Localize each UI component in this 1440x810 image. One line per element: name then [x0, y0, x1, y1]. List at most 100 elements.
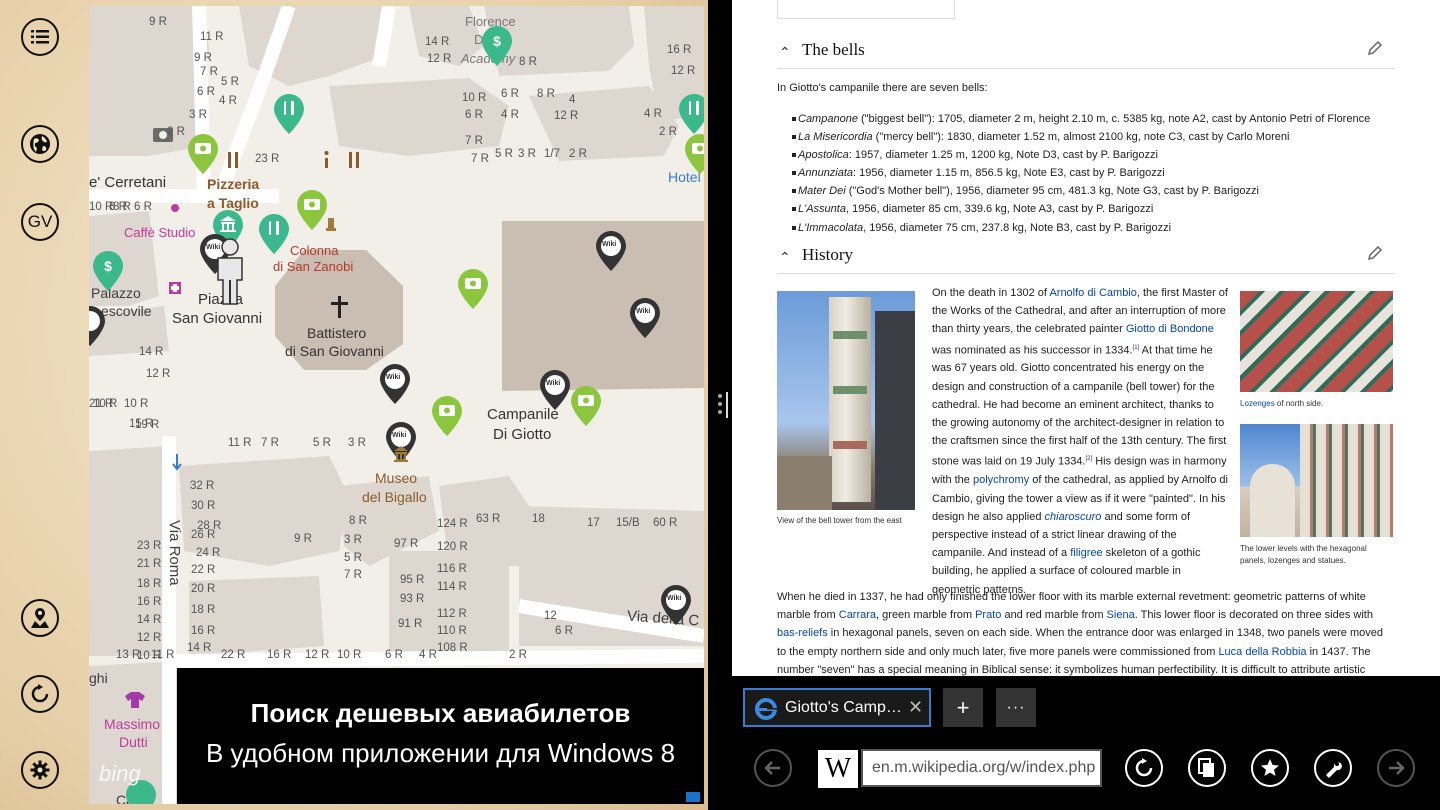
- bell-detail: ("God's Mother bell"), 1956, diameter 95…: [845, 185, 1259, 197]
- house-number: 93 R: [400, 593, 425, 605]
- house-number: 12 R: [554, 110, 579, 122]
- back-button[interactable]: [754, 749, 792, 787]
- house-number: 63 R: [476, 513, 501, 525]
- house-number: 4: [569, 94, 576, 106]
- gv-button[interactable]: GV: [21, 203, 59, 241]
- house-number: 95 R: [400, 574, 425, 586]
- house-number: 2 R: [509, 649, 527, 661]
- street-view-person-icon[interactable]: [213, 238, 247, 306]
- restaurant-pin-icon[interactable]: [274, 94, 304, 134]
- camera-pin-icon[interactable]: [685, 134, 704, 174]
- close-icon[interactable]: ✕: [908, 697, 923, 718]
- house-number: 16 R: [667, 44, 692, 56]
- article-content[interactable]: ⌃ The bells In Giotto's campanile there …: [777, 0, 1395, 676]
- link-lozenges[interactable]: Lozenges: [1240, 399, 1275, 408]
- house-number: 17: [587, 517, 600, 529]
- camera-pin-icon[interactable]: [458, 269, 488, 309]
- section-title-bells: The bells: [802, 40, 865, 59]
- wiki-pin-label: Wiki: [602, 241, 617, 248]
- browser-app-bar: Giotto's Camp… ✕ + ··· W en.m.wikipedia.…: [732, 676, 1440, 810]
- house-number: 12 R: [305, 649, 330, 661]
- ad-banner[interactable]: Поиск дешевых авиабилетов В удобном прил…: [177, 668, 704, 804]
- tab-options-button[interactable]: ···: [996, 688, 1036, 727]
- house-number: 2 R: [167, 126, 185, 138]
- pages-button[interactable]: [1188, 749, 1226, 787]
- camera-pin-icon[interactable]: [188, 134, 218, 174]
- house-number: 3 R: [189, 109, 207, 121]
- house-number: 13 R: [116, 649, 141, 661]
- label-battistero-2: di San Giovanni: [285, 343, 384, 359]
- list-icon[interactable]: [21, 18, 59, 56]
- link-chiaroscuro[interactable]: chiaroscuro: [1045, 511, 1102, 523]
- house-number: 22 R: [191, 564, 216, 576]
- house-number: 4 R: [501, 109, 519, 121]
- tab-giottos-campanile[interactable]: Giotto's Camp… ✕: [743, 688, 931, 727]
- pencil-icon[interactable]: [1367, 245, 1383, 261]
- label-piazza-2: San Giovanni: [172, 310, 263, 327]
- refresh-icon[interactable]: [21, 675, 59, 713]
- house-number: 2 R: [659, 126, 677, 138]
- link-luca-della-robbia[interactable]: Luca della Robbia: [1218, 646, 1306, 658]
- lower-levels-photo[interactable]: [1240, 424, 1393, 537]
- house-number: 18: [532, 513, 545, 525]
- chevron-up-icon[interactable]: ⌃: [779, 249, 791, 266]
- house-number: 116 R: [437, 563, 467, 575]
- divider-grip-icon[interactable]: [717, 390, 723, 420]
- section-title-history: History: [802, 245, 853, 264]
- wiki-pin-label: Wiki: [386, 374, 401, 381]
- label-caffe: Caffè Studio: [124, 225, 196, 240]
- section-header-bells[interactable]: ⌃ The bells: [777, 40, 1395, 69]
- link-giotto[interactable]: Giotto di Bondone: [1126, 323, 1214, 335]
- lozenges-photo[interactable]: [1240, 291, 1393, 392]
- bell-detail: ("mercy bell"): 1830, diameter 1.52 m, a…: [872, 131, 1290, 143]
- globe-icon[interactable]: [21, 125, 59, 163]
- bell-item: L'Assunta, 1956, diameter 85 cm, 339.6 k…: [791, 200, 1154, 218]
- bell-name: Mater Dei: [798, 185, 846, 197]
- money-pin-icon[interactable]: $: [482, 26, 512, 66]
- house-number: 4 R: [644, 108, 662, 120]
- tools-button[interactable]: [1314, 749, 1352, 787]
- camera-pin-icon[interactable]: [297, 190, 327, 230]
- pencil-icon[interactable]: [1367, 40, 1383, 56]
- person-pin-icon[interactable]: [21, 599, 59, 637]
- gear-icon[interactable]: [21, 751, 59, 789]
- bell-item: L'Immacolata, 1956, diameter 75 cm, 237.…: [791, 219, 1171, 237]
- restaurant-pin-icon[interactable]: [259, 214, 289, 254]
- house-number: 23 R: [137, 540, 162, 552]
- money-pin-icon[interactable]: $: [93, 251, 123, 291]
- link-prato[interactable]: Prato: [975, 609, 1001, 621]
- camera-pin-icon[interactable]: [571, 386, 601, 426]
- chevron-up-icon[interactable]: ⌃: [779, 44, 791, 61]
- link-arnolfo[interactable]: Arnolfo di Cambio: [1049, 287, 1136, 299]
- site-icon-wikipedia: W: [818, 750, 858, 788]
- history-paragraph-2: When he died in 1337, he had only finish…: [777, 588, 1389, 676]
- bell-detail: , 1956, diameter 85 cm, 339.6 kg, Note A…: [845, 203, 1154, 215]
- house-number: 5 R: [344, 552, 362, 564]
- bells-intro: In Giotto's campanile there are seven be…: [777, 82, 988, 94]
- refresh-button[interactable]: [1125, 749, 1163, 787]
- wiki-pin-icon: [630, 298, 660, 338]
- link-filigree[interactable]: filigree: [1070, 547, 1102, 559]
- label-via-roma: Via Roma: [166, 520, 183, 586]
- link-bas-reliefs[interactable]: bas-reliefs: [777, 627, 828, 639]
- favorites-button[interactable]: [1251, 749, 1289, 787]
- label-pizzeria-2: a Taglio: [207, 195, 259, 211]
- svg-text:$: $: [104, 258, 112, 274]
- house-number: 120 R: [437, 541, 468, 553]
- new-tab-button[interactable]: +: [943, 688, 983, 727]
- ad-info-icon[interactable]: [686, 792, 700, 802]
- house-number: 14 R: [137, 614, 162, 626]
- forward-button[interactable]: [1377, 749, 1415, 787]
- map-app: GV Florence D Academy e' Cerretani Pizze…: [0, 0, 708, 810]
- bing-logo: bing: [99, 761, 141, 786]
- section-header-history[interactable]: ⌃ History: [777, 245, 1395, 274]
- link-carrara[interactable]: Carrara: [839, 609, 876, 621]
- camera-pin-icon[interactable]: [432, 396, 462, 436]
- house-number: 16 R: [137, 596, 162, 608]
- address-bar[interactable]: en.m.wikipedia.org/w/index.php: [861, 749, 1102, 787]
- link-polychromy[interactable]: polychromy: [973, 474, 1029, 486]
- link-siena[interactable]: Siena: [1107, 609, 1135, 621]
- restaurant-pin-icon[interactable]: [679, 94, 704, 134]
- bell-tower-photo[interactable]: [777, 291, 915, 510]
- label-colonna-2: di San Zanobi: [273, 259, 354, 274]
